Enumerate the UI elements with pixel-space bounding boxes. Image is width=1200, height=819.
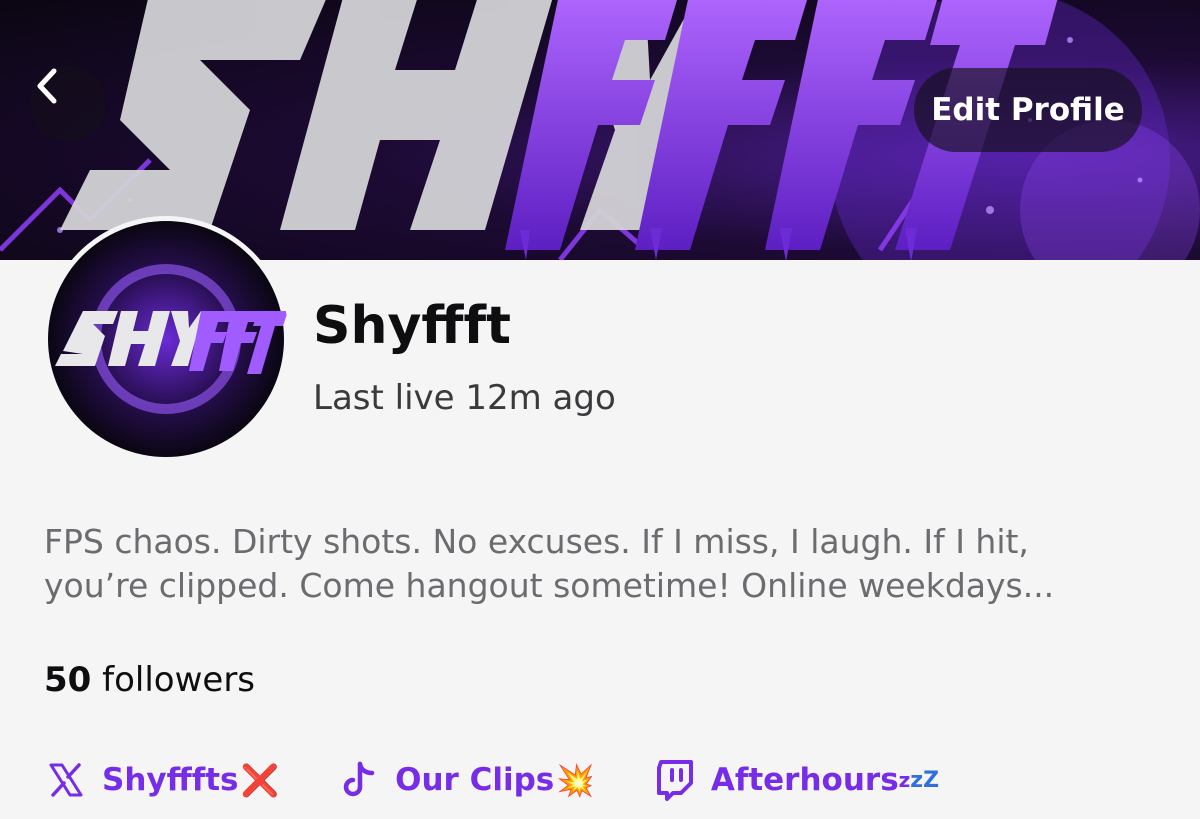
followers-count[interactable]: 50 followers — [44, 660, 255, 700]
bio-line: you’re clipped. Come hangout sometime! O… — [44, 566, 1055, 605]
social-links: Shyfffts ❌ Our Clips 💥 Afterhours z zZ — [44, 752, 997, 808]
tiktok-icon — [337, 758, 381, 802]
red-cross-emoji: ❌ — [240, 762, 280, 799]
twitch-icon — [653, 758, 697, 802]
back-button[interactable] — [30, 66, 106, 142]
collision-emoji: 💥 — [556, 762, 595, 799]
social-label: Afterhours — [710, 762, 899, 798]
sleep-emoji-large: zZ — [910, 767, 940, 793]
social-link-twitch[interactable]: Afterhours z zZ — [653, 758, 939, 802]
x-logo-icon — [44, 758, 88, 802]
display-name: Shyffft — [313, 296, 511, 356]
social-label: Our Clips — [395, 762, 555, 798]
social-label: Shyfffts — [102, 762, 239, 798]
profile-page: Edit Profile Shyffft Last live 12m ago F… — [0, 0, 1200, 819]
chevron-left-icon — [37, 68, 57, 104]
sleep-emoji-small: z — [898, 768, 911, 792]
social-link-x[interactable]: Shyfffts ❌ — [44, 758, 279, 802]
edit-profile-button[interactable]: Edit Profile — [914, 68, 1142, 152]
followers-number: 50 — [44, 660, 92, 700]
bio-line: FPS chaos. Dirty shots. No excuses. If I… — [44, 522, 1029, 561]
social-link-tiktok[interactable]: Our Clips 💥 — [337, 758, 595, 802]
followers-label: followers — [102, 660, 256, 700]
bio-text[interactable]: FPS chaos. Dirty shots. No excuses. If I… — [44, 520, 1174, 608]
avatar[interactable] — [43, 216, 289, 462]
last-live-status: Last live 12m ago — [313, 378, 616, 418]
avatar-logo-image — [48, 221, 288, 457]
